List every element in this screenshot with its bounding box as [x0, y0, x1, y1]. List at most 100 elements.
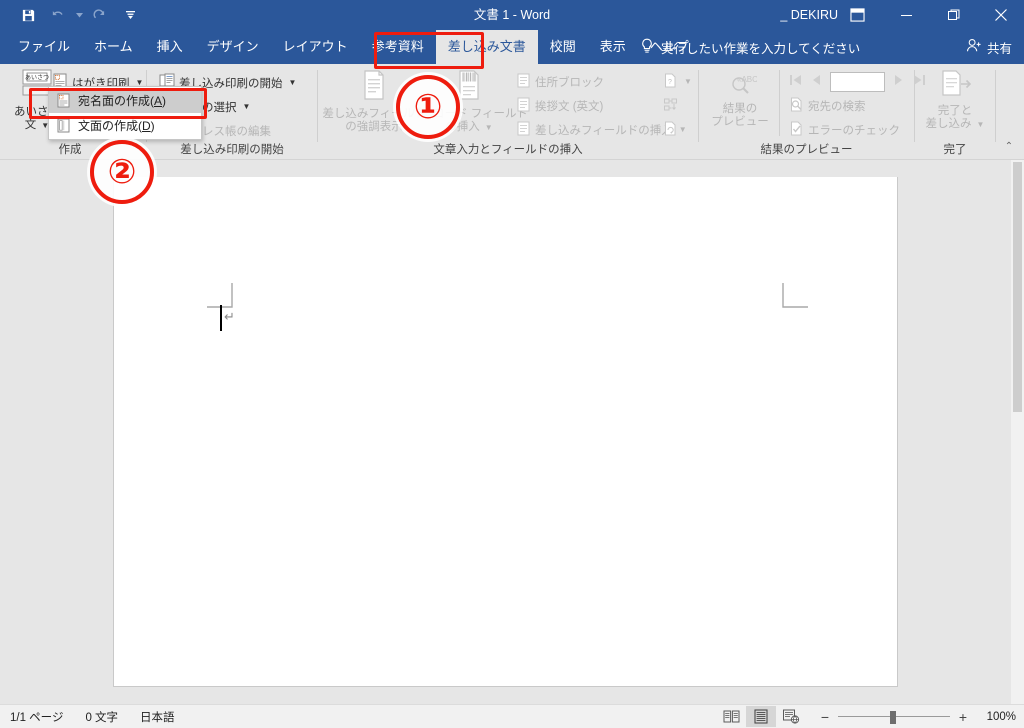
window-controls: [883, 0, 1024, 30]
highlight-merge-fields-icon: [358, 69, 390, 105]
update-labels-button: [663, 121, 678, 139]
quick-access-toolbar: [14, 0, 144, 30]
address-block-icon: [516, 73, 531, 91]
preview-results-button: «ABC» 結果の プレビュー: [707, 70, 773, 129]
menu-item-create-address-side-label: 宛名面の作成(: [78, 94, 154, 108]
menu-item-create-message-side[interactable]: 文面の作成(D): [49, 113, 201, 138]
address-side-icon: [55, 93, 71, 109]
undo-icon[interactable]: [44, 2, 72, 28]
status-bar-left: 1/1 ページ 0 文字 日本語: [10, 709, 175, 725]
highlight-merge-fields-label-line2: の強調表示: [345, 121, 403, 133]
tab-layout[interactable]: レイアウト: [271, 30, 360, 64]
undo-dropdown-icon[interactable]: [74, 2, 84, 28]
ribbon-display-options-icon[interactable]: [840, 0, 874, 30]
tab-home[interactable]: ホーム: [82, 30, 145, 64]
tab-mailings[interactable]: 差し込み文書: [435, 30, 538, 64]
check-errors-icon: [789, 121, 804, 139]
lightbulb-icon: [640, 38, 654, 57]
address-block-button: 住所ブロック: [516, 73, 604, 91]
read-mode-view-button[interactable]: [716, 706, 746, 727]
text-cursor: [220, 305, 222, 331]
zoom-in-button[interactable]: +: [956, 710, 970, 724]
svg-text:?: ?: [668, 79, 672, 86]
insert-merge-field-button: 差し込みフィールドの挿入 ▼: [516, 121, 687, 139]
previous-record-button: [811, 73, 822, 91]
rules-button: ? ▼: [663, 73, 692, 91]
record-number-input[interactable]: [830, 72, 885, 92]
paragraph-mark: ↵: [224, 309, 235, 324]
document-area: ↵: [0, 160, 1024, 705]
restore-button[interactable]: [930, 0, 977, 30]
ribbon-group-label-create: 作成: [58, 144, 82, 156]
zoom-out-button[interactable]: −: [818, 710, 832, 724]
ribbon-group-label-write-insert-fields: 文章入力とフィールドの挿入: [433, 144, 583, 156]
finish-and-merge-button: 完了と 差し込み ▼: [923, 70, 987, 131]
status-bar-right: − + 100%: [716, 706, 1016, 727]
first-record-button: [789, 73, 803, 91]
chevron-down-icon: ▼: [684, 77, 692, 86]
match-fields-button: [663, 97, 678, 115]
zoom-slider-knob[interactable]: [890, 710, 896, 724]
callout-2: ②: [90, 140, 154, 204]
ribbon-group-label-preview-results: 結果のプレビュー: [760, 144, 853, 156]
margin-mark-top-right: [782, 283, 808, 314]
language-indicator[interactable]: 日本語: [140, 709, 175, 725]
find-recipient-button: 宛先の検索: [789, 97, 866, 115]
customize-qat-icon[interactable]: [116, 2, 144, 28]
insert-merge-field-icon: [516, 121, 531, 139]
vertical-scrollbar[interactable]: [1011, 160, 1024, 705]
greeting-line-icon: [516, 97, 531, 115]
web-layout-view-button[interactable]: [776, 706, 806, 727]
chevron-down-icon: ▼: [242, 101, 251, 111]
collapse-ribbon-button[interactable]: ⌃: [1000, 137, 1018, 155]
share-button[interactable]: 共有: [966, 30, 1012, 64]
check-errors-label: エラーのチェック: [808, 125, 900, 137]
tab-design[interactable]: デザイン: [195, 30, 271, 64]
preview-results-label-line2: プレビュー: [711, 116, 769, 128]
menu-item-create-address-side-accel: A: [154, 94, 163, 108]
preview-results-icon: «ABC»: [723, 70, 763, 100]
menu-item-create-message-side-label: 文面の作成(: [78, 119, 142, 133]
account-name[interactable]: _ DEKIRU: [780, 0, 838, 30]
record-navigation: [789, 72, 926, 92]
zoom-level[interactable]: 100%: [976, 711, 1016, 723]
tab-references[interactable]: 参考資料: [360, 30, 436, 64]
page-info[interactable]: 1/1 ページ: [10, 709, 63, 725]
tell-me-box[interactable]: 実行したい作業を入力してください: [640, 30, 860, 64]
minimize-button[interactable]: [883, 0, 930, 30]
chevron-down-icon: ▼: [288, 77, 297, 87]
tab-review[interactable]: 校閲: [538, 30, 588, 64]
chevron-down-icon: ▼: [976, 119, 985, 129]
find-recipient-icon: [789, 97, 804, 115]
preview-results-label-line1: 結果の: [722, 103, 758, 115]
svg-text:あいさつ: あいさつ: [25, 75, 49, 82]
inner-separator: [779, 70, 780, 136]
tell-me-placeholder: 実行したい作業を入力してください: [661, 41, 861, 56]
zoom-slider[interactable]: [838, 710, 950, 724]
document-page[interactable]: ↵: [113, 177, 898, 687]
redo-icon[interactable]: [86, 2, 114, 28]
menu-item-create-message-side-suffix: ): [150, 119, 155, 133]
greeting-line-label: 挨拶文 (英文): [535, 101, 604, 113]
ribbon-group-write-insert-fields: 差し込みフィールド の強調表示 バーコード フィールド の挿入 ▼ 住所ブロック…: [318, 64, 698, 159]
chevron-down-icon: ▼: [678, 125, 687, 134]
tab-insert[interactable]: 挿入: [145, 30, 195, 64]
save-icon[interactable]: [14, 2, 42, 28]
menu-item-create-address-side[interactable]: 宛名面の作成(A): [49, 88, 201, 113]
share-label: 共有: [986, 41, 1012, 56]
close-button[interactable]: [977, 0, 1024, 30]
greeting-line-button: 挨拶文 (英文): [516, 97, 603, 115]
vertical-scrollbar-thumb[interactable]: [1013, 162, 1022, 412]
tab-file[interactable]: ファイル: [6, 30, 82, 64]
find-recipient-label: 宛先の検索: [808, 101, 866, 113]
word-count[interactable]: 0 文字: [85, 709, 118, 725]
message-side-icon: [55, 118, 71, 134]
tab-view[interactable]: 表示: [588, 30, 638, 64]
status-bar: 1/1 ページ 0 文字 日本語 − + 100%: [0, 704, 1024, 728]
ribbon-tabs-row: ファイル ホーム 挿入 デザイン レイアウト 参考資料 差し込み文書 校閲 表示…: [0, 30, 1024, 64]
menu-item-create-message-side-accel: D: [142, 119, 151, 133]
ribbon-group-preview-results: «ABC» 結果の プレビュー: [699, 64, 925, 159]
callout-1: ①: [396, 75, 460, 139]
print-layout-view-button[interactable]: [746, 706, 776, 727]
chevron-down-icon: ▼: [484, 122, 493, 132]
